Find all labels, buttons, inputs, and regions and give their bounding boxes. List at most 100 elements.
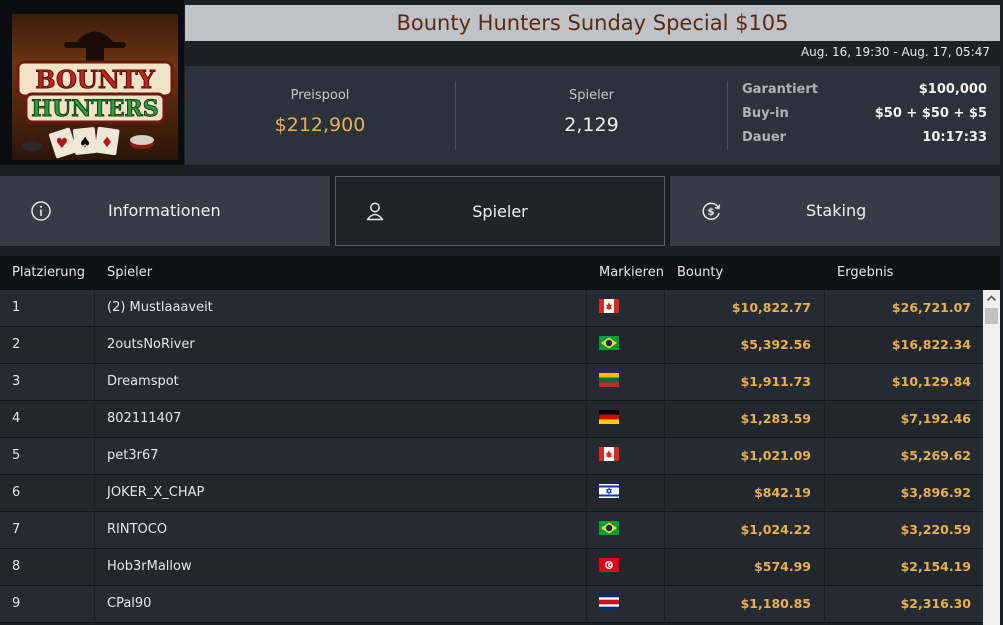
tab-informationen[interactable]: Informationen: [0, 176, 330, 246]
svg-text:♥: ♥: [56, 136, 69, 152]
table-row[interactable]: 7 RINTOCO $1,024.22 $3,220.59: [0, 512, 983, 549]
player-name-cell[interactable]: Hob3rMallow: [107, 549, 192, 585]
country-flag-cell[interactable]: [599, 595, 619, 609]
flag-canada-icon: [599, 447, 619, 461]
tournament-stats-panel: Preispool $212,900 Spieler 2,129 Garanti…: [185, 66, 1000, 165]
result-cell: $2,316.30: [900, 596, 971, 611]
players-stat: Spieler 2,129: [456, 66, 727, 165]
country-flag-cell[interactable]: [599, 336, 619, 350]
table-row[interactable]: 8 Hob3rMallow $574.99 $2,154.19: [0, 549, 983, 586]
rank-cell: 6: [12, 485, 21, 500]
detail-label: Garantiert: [742, 82, 818, 97]
flag-canada-icon: [599, 299, 619, 313]
table-row[interactable]: 5 pet3r67 $1,021.09 $5,269.62: [0, 438, 983, 475]
bounty-hunters-logo-image: BOUNTY HUNTERS ♠ ♦ ♥: [12, 14, 178, 160]
column-divider: [824, 290, 825, 625]
table-row[interactable]: 3 Dreamspot $1,911.73 $10,129.84: [0, 364, 983, 401]
column-divider: [94, 290, 95, 625]
tournament-title: Bounty Hunters Sunday Special $105: [396, 11, 789, 35]
detail-value: $50 + $50 + $5: [874, 106, 987, 121]
country-flag-cell[interactable]: [599, 521, 619, 535]
tournament-title-bar: Bounty Hunters Sunday Special $105: [185, 5, 1000, 41]
player-name-cell[interactable]: CPal90: [107, 586, 151, 622]
table-row[interactable]: 6 JOKER_X_CHAP $842.19 $3,896.92: [0, 475, 983, 512]
player-name-cell[interactable]: JOKER_X_CHAP: [107, 475, 204, 511]
country-flag-cell[interactable]: [599, 299, 619, 313]
country-flag-cell[interactable]: [599, 447, 619, 461]
tab-label: Staking: [806, 201, 867, 220]
flag-germany-icon: [599, 410, 619, 424]
player-name-cell[interactable]: Dreamspot: [107, 364, 179, 400]
country-flag-cell[interactable]: [599, 410, 619, 424]
result-cell: $5,269.62: [900, 448, 971, 463]
rank-cell: 8: [12, 559, 21, 574]
bounty-cell: $1,021.09: [740, 448, 811, 463]
bounty-cell: $574.99: [754, 559, 811, 574]
detail-guaranteed: Garantiert $100,000: [742, 82, 987, 106]
detail-value: $100,000: [918, 82, 987, 97]
table-scrollbar[interactable]: [983, 290, 1000, 625]
detail-duration: Dauer 10:17:33: [742, 130, 987, 154]
result-cell: $3,896.92: [900, 485, 971, 500]
svg-text:HUNTERS: HUNTERS: [31, 96, 158, 122]
bounty-cell: $842.19: [754, 485, 811, 500]
players-value: 2,129: [564, 114, 619, 136]
player-name-cell[interactable]: (2) Mustlaaaveit: [107, 290, 213, 326]
country-flag-cell[interactable]: [599, 373, 619, 387]
bounty-cell: $1,911.73: [740, 374, 811, 389]
country-flag-cell[interactable]: [599, 484, 619, 498]
column-header-rank[interactable]: Platzierung: [12, 265, 85, 280]
detail-buyin: Buy-in $50 + $50 + $5: [742, 106, 987, 130]
column-divider: [586, 290, 587, 625]
rank-cell: 4: [12, 411, 21, 426]
result-cell: $16,822.34: [891, 337, 971, 352]
bounty-cell: $1,283.59: [740, 411, 811, 426]
results-table-header: Platzierung Spieler Markieren Bounty Erg…: [0, 256, 1000, 290]
column-header-mark[interactable]: Markieren: [599, 265, 664, 280]
table-row[interactable]: 4 802111407 $1,283.59 $7,192.46: [0, 401, 983, 438]
flag-israel-icon: [599, 484, 619, 498]
tab-staking[interactable]: $ Staking: [670, 176, 1000, 246]
prizepool-stat: Preispool $212,900: [185, 66, 455, 165]
svg-text:♠: ♠: [79, 135, 92, 151]
tab-spieler[interactable]: Spieler: [335, 176, 665, 246]
tournament-logo: BOUNTY HUNTERS ♠ ♦ ♥: [0, 0, 184, 165]
stats-divider: [727, 81, 728, 150]
column-header-result[interactable]: Ergebnis: [837, 265, 893, 280]
column-header-player[interactable]: Spieler: [107, 265, 152, 280]
detail-value: 10:17:33: [922, 130, 987, 145]
scroll-up-arrow-icon[interactable]: [983, 290, 1000, 307]
bounty-cell: $1,180.85: [740, 596, 811, 611]
rank-cell: 7: [12, 522, 21, 537]
tournament-date-strip: Aug. 16, 19:30 - Aug. 17, 05:47: [185, 41, 1000, 66]
players-label: Spieler: [568, 88, 615, 103]
bounty-cell: $1,024.22: [740, 522, 811, 537]
detail-label: Buy-in: [742, 106, 789, 121]
scrollbar-thumb[interactable]: [985, 308, 998, 324]
player-name-cell[interactable]: 802111407: [107, 401, 181, 437]
result-cell: $2,154.19: [900, 559, 971, 574]
svg-text:BOUNTY: BOUNTY: [35, 65, 155, 94]
player-name-cell[interactable]: pet3r67: [107, 438, 159, 474]
bounty-cell: $10,822.77: [731, 300, 811, 315]
result-cell: $3,220.59: [900, 522, 971, 537]
flag-brazil-icon: [599, 336, 619, 350]
table-row[interactable]: 2 2outsNoRiver $5,392.56 $16,822.34: [0, 327, 983, 364]
column-divider: [664, 290, 665, 625]
flag-lithuania-icon: [599, 373, 619, 387]
rank-cell: 3: [12, 374, 21, 389]
rank-cell: 2: [12, 337, 21, 352]
svg-text:$: $: [708, 207, 715, 218]
prizepool-value: $212,900: [274, 114, 366, 136]
flag-tunisia-icon: [599, 558, 619, 572]
column-header-bounty[interactable]: Bounty: [677, 265, 723, 280]
staking-dollar-icon: $: [702, 202, 721, 220]
player-name-cell[interactable]: RINTOCO: [107, 512, 167, 548]
result-cell: $26,721.07: [891, 300, 971, 315]
country-flag-cell[interactable]: [599, 558, 619, 572]
flag-brazil-icon: [599, 521, 619, 535]
table-row[interactable]: 9 CPal90 $1,180.85 $2,316.30: [0, 586, 983, 623]
player-name-cell[interactable]: 2outsNoRiver: [107, 327, 195, 363]
table-row[interactable]: 1 (2) Mustlaaaveit $10,822.77 $26,721.07: [0, 290, 983, 327]
tournament-dates: Aug. 16, 19:30 - Aug. 17, 05:47: [800, 45, 990, 59]
